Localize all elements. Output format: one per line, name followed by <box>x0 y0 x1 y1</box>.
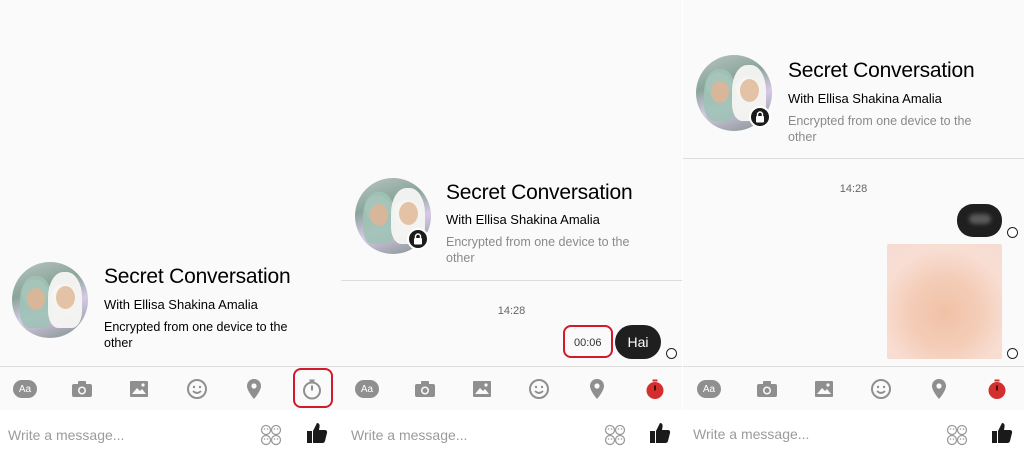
composer-toolbar: Aa <box>683 366 1024 410</box>
sent-status-icon <box>1007 227 1018 238</box>
chat-panel-2: Secret Conversation With Ellisa Shakina … <box>341 0 682 457</box>
image-icon[interactable] <box>127 377 151 401</box>
lock-icon <box>749 106 771 128</box>
location-icon[interactable] <box>242 377 266 401</box>
text-style-icon[interactable]: Aa <box>13 377 37 401</box>
self-destruct-timer: 00:06 <box>574 337 602 349</box>
text-style-icon[interactable]: Aa <box>355 377 379 401</box>
composer: Write a message... <box>341 410 682 457</box>
image-icon[interactable] <box>470 377 494 401</box>
conversation-title: Secret Conversation <box>446 181 633 204</box>
sticker-icon[interactable] <box>260 424 282 446</box>
avatar <box>12 262 88 338</box>
message-bubble[interactable]: Hai <box>615 325 661 359</box>
conversation-with: With Ellisa Shakina Amalia <box>446 212 600 227</box>
encryption-note: Encrypted from one device to the other <box>788 114 972 144</box>
camera-icon[interactable] <box>755 377 779 401</box>
message-input[interactable]: Write a message... <box>351 427 467 443</box>
location-icon[interactable] <box>927 377 951 401</box>
lock-icon <box>407 228 429 250</box>
sent-status-icon <box>666 348 677 359</box>
composer-toolbar: Aa <box>0 366 341 410</box>
emoji-icon[interactable] <box>869 377 893 401</box>
conversation-with: With Ellisa Shakina Amalia <box>104 297 258 312</box>
like-icon[interactable] <box>306 421 328 445</box>
sent-status-icon <box>1007 348 1018 359</box>
emoji-icon[interactable] <box>527 377 551 401</box>
location-icon[interactable] <box>585 377 609 401</box>
timestamp: 14:28 <box>497 305 526 317</box>
message-input[interactable]: Write a message... <box>8 427 124 443</box>
expired-message-bubble <box>957 204 1002 237</box>
like-icon[interactable] <box>991 421 1013 445</box>
composer-toolbar: Aa <box>341 366 682 410</box>
encryption-note: Encrypted from one device to the other <box>104 320 288 350</box>
conversation-with: With Ellisa Shakina Amalia <box>788 91 942 106</box>
like-icon[interactable] <box>649 421 671 445</box>
conversation-title: Secret Conversation <box>788 59 975 82</box>
emoji-icon[interactable] <box>185 377 209 401</box>
encryption-note: Encrypted from one device to the other <box>446 235 630 265</box>
chat-panel-3: Secret Conversation With Ellisa Shakina … <box>683 0 1024 457</box>
conversation-title: Secret Conversation <box>104 265 291 288</box>
timer-active-icon[interactable] <box>985 377 1009 401</box>
composer: Write a message... <box>0 410 341 457</box>
sticker-icon[interactable] <box>946 424 968 446</box>
sticker-icon[interactable] <box>604 424 626 446</box>
timestamp: 14:28 <box>839 183 868 195</box>
divider <box>683 158 1024 159</box>
divider <box>341 280 682 281</box>
timer-highlight <box>293 368 333 408</box>
camera-icon[interactable] <box>70 377 94 401</box>
composer: Write a message... <box>683 410 1024 457</box>
timer-active-icon[interactable] <box>643 377 667 401</box>
image-icon[interactable] <box>812 377 836 401</box>
expired-image-message <box>887 244 1002 359</box>
chat-panel-1: Secret Conversation With Ellisa Shakina … <box>0 0 341 457</box>
text-style-icon[interactable]: Aa <box>697 377 721 401</box>
camera-icon[interactable] <box>413 377 437 401</box>
message-input[interactable]: Write a message... <box>693 426 809 442</box>
